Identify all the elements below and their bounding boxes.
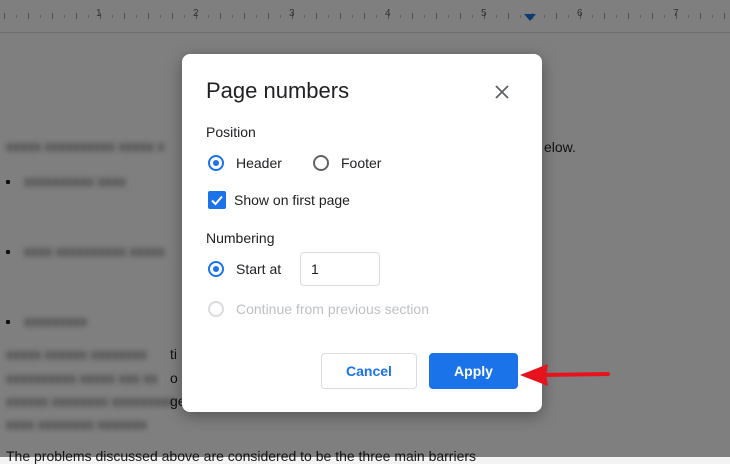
start-at-radio[interactable] — [208, 261, 224, 277]
footer-label: Footer — [341, 155, 382, 171]
apply-button[interactable]: Apply — [429, 353, 518, 389]
close-icon — [495, 85, 509, 99]
start-at-input[interactable] — [300, 252, 380, 286]
annotation-arrow-icon — [520, 364, 610, 386]
checkmark-icon — [211, 195, 223, 206]
header-radio-option[interactable]: Header — [208, 155, 282, 171]
footer-radio[interactable] — [313, 155, 329, 171]
cancel-button[interactable]: Cancel — [321, 353, 417, 389]
show-first-page-label: Show on first page — [234, 192, 350, 208]
dialog-title: Page numbers — [206, 78, 350, 103]
page-numbers-dialog: Page numbers Position Header Footer Show… — [182, 54, 542, 412]
continue-label: Continue from previous section — [236, 301, 429, 317]
position-section-label: Position — [206, 124, 256, 140]
show-first-page-option[interactable]: Show on first page — [208, 191, 350, 209]
start-at-label: Start at — [236, 261, 282, 277]
continue-radio-option[interactable]: Continue from previous section — [208, 301, 429, 317]
header-radio[interactable] — [208, 155, 224, 171]
numbering-section-label: Numbering — [206, 230, 275, 246]
continue-radio[interactable] — [208, 301, 224, 317]
close-button[interactable] — [488, 78, 516, 106]
show-first-page-checkbox[interactable] — [208, 191, 226, 209]
header-label: Header — [236, 155, 282, 171]
start-at-radio-option[interactable]: Start at — [208, 261, 281, 277]
footer-radio-option[interactable]: Footer — [313, 155, 381, 171]
